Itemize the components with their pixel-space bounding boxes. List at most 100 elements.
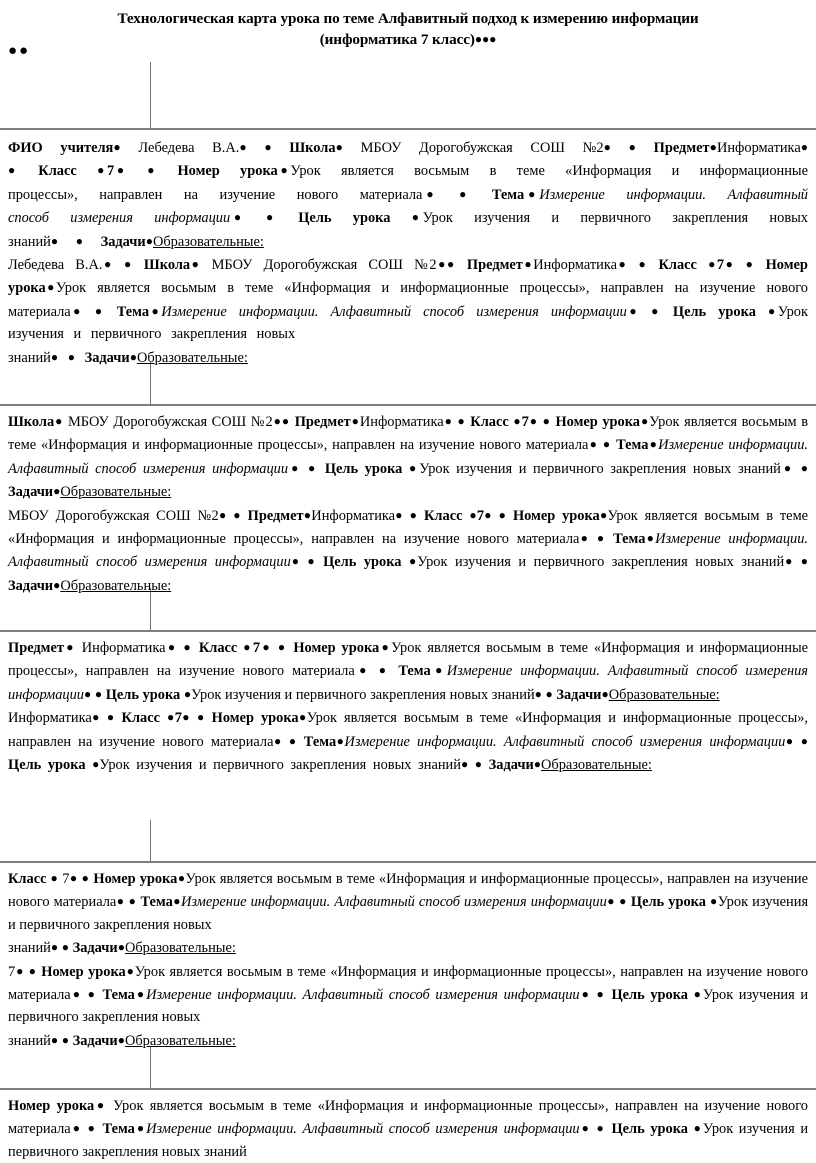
bullet-icon: ● bbox=[129, 349, 137, 364]
bullet-icon: ● bbox=[601, 686, 609, 701]
content-block-shkola: Школа● МБОУ Дорогобужская СОШ №2●● Предм… bbox=[8, 410, 808, 597]
bullet-icon: ● bbox=[459, 186, 471, 201]
bullet-icon: ● bbox=[533, 757, 542, 772]
value-school: МБОУ Дорогобужская СОШ bbox=[211, 257, 403, 274]
bullet-icon: ● bbox=[117, 1032, 125, 1047]
label-obrazovatelnye: Образовательные: bbox=[608, 686, 720, 703]
bullet-icon: ● bbox=[117, 940, 125, 955]
bullet-icon: ● bbox=[181, 710, 190, 725]
paragraph-fio-1: ФИО учителя● Лебедева В.А.● ● Школа● МБО… bbox=[8, 136, 808, 253]
label-cel-uroka: Цель урока bbox=[630, 894, 706, 911]
bullet-icon: ● bbox=[190, 257, 201, 272]
value-school-number: №2 bbox=[250, 414, 273, 430]
bullet-icon: ● bbox=[84, 686, 92, 701]
bullet-icon: ● bbox=[128, 894, 137, 909]
bullet-icon: ● bbox=[606, 894, 615, 909]
bullet-icon: ● bbox=[767, 303, 778, 318]
bullet-icon: ● bbox=[94, 303, 105, 318]
bullet-icon: ● bbox=[596, 531, 606, 546]
label-nomer-uroka: Номер урока bbox=[211, 710, 299, 727]
label-klass: Класс bbox=[470, 414, 509, 430]
bullet-icon: ● bbox=[69, 871, 78, 885]
bullet-icon: ● bbox=[579, 531, 590, 546]
bullet-icon: ● bbox=[800, 460, 809, 475]
bullet-icon: ● bbox=[745, 257, 755, 272]
label-tema: Тема bbox=[398, 663, 431, 680]
label-klass: Класс bbox=[658, 257, 697, 274]
bullet-icon: ● bbox=[534, 686, 542, 701]
bullet-icon: ● bbox=[460, 757, 469, 772]
value-school: МБОУ Дорогобужская СОШ bbox=[68, 414, 247, 430]
label-zadachi: Задачи bbox=[84, 349, 130, 366]
bullet-icon: ● bbox=[288, 733, 297, 748]
bullet-icon: ● bbox=[233, 507, 241, 522]
bullet-icon: ● bbox=[239, 140, 247, 154]
bullet-icon: ● bbox=[91, 710, 100, 725]
label-shkola: Школа bbox=[289, 140, 336, 156]
label-zadachi: Задачи bbox=[8, 577, 54, 594]
bullet-icon: ● bbox=[114, 163, 127, 178]
value-goal: Урок изучения и первичного закрепления н… bbox=[417, 554, 785, 571]
label-cel-uroka: Цель урока bbox=[8, 757, 86, 774]
label-obrazovatelnye: Образовательные: bbox=[124, 940, 236, 957]
bullet-icon: ● bbox=[177, 871, 186, 885]
bullet-icon: ● bbox=[50, 1032, 59, 1047]
bullet-icon: ● bbox=[183, 640, 193, 654]
paragraph-nomer-1: Номер урока● Урок является восьмым в тем… bbox=[8, 1094, 808, 1163]
bullet-icon: ● bbox=[800, 140, 809, 154]
paragraph-fio-2: Лебедева В.А.● ● Школа● МБОУ Дорогобужск… bbox=[8, 253, 808, 369]
bullet-icon: ● bbox=[15, 963, 25, 978]
bullet-icon: ● bbox=[97, 163, 108, 178]
label-tema: Тема bbox=[102, 1121, 135, 1138]
label-klass: Класс bbox=[38, 163, 77, 180]
bullet-icon: ● bbox=[70, 987, 82, 1002]
bullet-icon: ● bbox=[350, 414, 360, 428]
value-grade: 7 bbox=[174, 710, 182, 727]
label-predmet: Предмет bbox=[653, 140, 710, 156]
label-nomer-uroka: Номер урока bbox=[8, 1098, 95, 1114]
label-predmet: Предмет bbox=[294, 414, 351, 430]
horizontal-divider-2 bbox=[0, 404, 816, 406]
value-subject: Информатика bbox=[8, 710, 92, 727]
bullet-icon: ● bbox=[579, 987, 591, 1002]
value-subject: Информатика bbox=[81, 640, 166, 656]
bullet-icon: ● bbox=[693, 1121, 703, 1136]
bullet-icon: ● bbox=[708, 257, 717, 272]
bullet-icon: ● bbox=[123, 257, 133, 272]
bullet-icon: ● bbox=[61, 1032, 69, 1047]
label-cel-uroka: Цель урока bbox=[298, 210, 391, 227]
bullet-icon: ● bbox=[619, 894, 627, 909]
bullet-icon: ● bbox=[167, 710, 175, 725]
bullet-icon: ● bbox=[50, 940, 59, 955]
bullet-icon: ● bbox=[780, 460, 795, 475]
label-obrazovatelnye: Образовательные: bbox=[60, 577, 172, 594]
bullet-icon: ● bbox=[272, 414, 282, 428]
paragraph-klass-1: Класс ● 7● ● Номер урока●Урок является в… bbox=[8, 867, 808, 960]
bullet-icon: ● bbox=[430, 663, 447, 678]
bullet-icon: ● bbox=[54, 414, 64, 428]
bullet-icon: ● bbox=[469, 507, 477, 522]
bullet-icon: ● bbox=[709, 140, 717, 154]
value-subject: Информатика bbox=[359, 414, 444, 430]
bullet-icon: ● bbox=[800, 554, 809, 569]
bullet-icon: ● bbox=[307, 554, 316, 569]
bullet-icon: ● bbox=[528, 414, 539, 428]
document-page: Технологическая карта урока по теме Алфа… bbox=[0, 0, 816, 1160]
bullet-icon: ● bbox=[628, 140, 636, 154]
value-school: МБОУ Дорогобужская СОШ bbox=[8, 507, 191, 524]
value-theme: Измерение информации. Алфавитный способ … bbox=[344, 733, 786, 750]
bullet-icon: ● bbox=[542, 414, 551, 428]
value-grade: 7 bbox=[521, 414, 529, 430]
label-nomer-uroka: Номер урока bbox=[177, 163, 278, 180]
bullet-icon: ● bbox=[446, 257, 456, 272]
bullet-icon: ● bbox=[277, 640, 288, 654]
page-title-line2: (информатика 7 класс) bbox=[319, 31, 475, 48]
bullet-icon: ● bbox=[277, 163, 291, 178]
bullet-icon: ● bbox=[67, 349, 75, 364]
bullet-icon: ● bbox=[28, 963, 37, 978]
value-theme: Измерение информации. Алфавитный способ … bbox=[161, 303, 627, 320]
bullet-icon: ● bbox=[409, 554, 418, 569]
bullet-icon: ● bbox=[602, 437, 612, 452]
value-goal-d: знаний bbox=[8, 349, 51, 366]
bullet-icon: ● bbox=[50, 349, 59, 364]
